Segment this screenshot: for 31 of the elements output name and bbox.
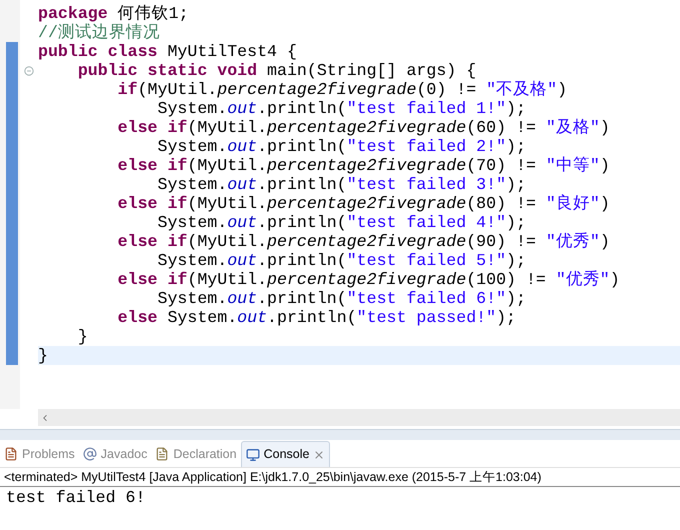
panel-tab[interactable]: Declaration [151,441,241,467]
code-line: System.out.println("test failed 2!"); [156,137,527,156]
code-line: else if(MyUtil.percentage2fivegrade(90) != "优秀") [116,232,611,251]
code-line: System.out.println("test failed 1!"); [156,99,527,118]
code-line: System.out.println("test failed 6!"); [156,289,527,308]
collapse-icon[interactable] [24,66,34,76]
panel-tab[interactable]: Javadoc [78,441,152,467]
at-sign-icon [82,447,97,461]
code-line: System.out.println("test failed 3!"); [156,175,527,194]
code-line: System.out.println("test failed 5!"); [156,251,527,270]
code-line: else if(MyUtil.percentage2fivegrade(100) != "优秀") [116,270,621,289]
code-line: if(MyUtil.percentage2fivegrade(0) != "不及格") [116,80,568,99]
code-line: else if(MyUtil.percentage2fivegrade(70) != "中等") [116,156,611,175]
code-line: System.out.println("test failed 4!"); [156,213,527,232]
code-line: else System.out.println("test passed!"); [116,308,518,327]
code-line: } [76,327,89,346]
console-header: <terminated> MyUtilTest4 [Java Application] E:\jdk1.7.0_25\bin\javaw.exe (2015-5-7 上午1:03:04) [0,468,680,487]
code-line: //测试边界情况 [38,23,161,42]
code-line: else if(MyUtil.percentage2fivegrade(80) != "良好") [116,194,611,213]
panel-tab[interactable]: Console [240,441,330,467]
code-line: public static void main(String[] args) { [76,61,478,80]
document-icon [155,447,170,461]
code-line: public class MyUtilTest4 { [38,42,298,61]
horizontal-scrollbar[interactable] [38,409,680,426]
code-line: else if(MyUtil.percentage2fivegrade(60) != "及格") [116,118,611,137]
monitor-icon [246,448,260,462]
console-output: test failed 6! [5,487,146,509]
close-icon[interactable] [313,448,326,460]
code-line: package 何伟钦1; [38,4,190,23]
panel-tab[interactable]: Problems [0,441,79,467]
problems-icon [4,447,18,461]
